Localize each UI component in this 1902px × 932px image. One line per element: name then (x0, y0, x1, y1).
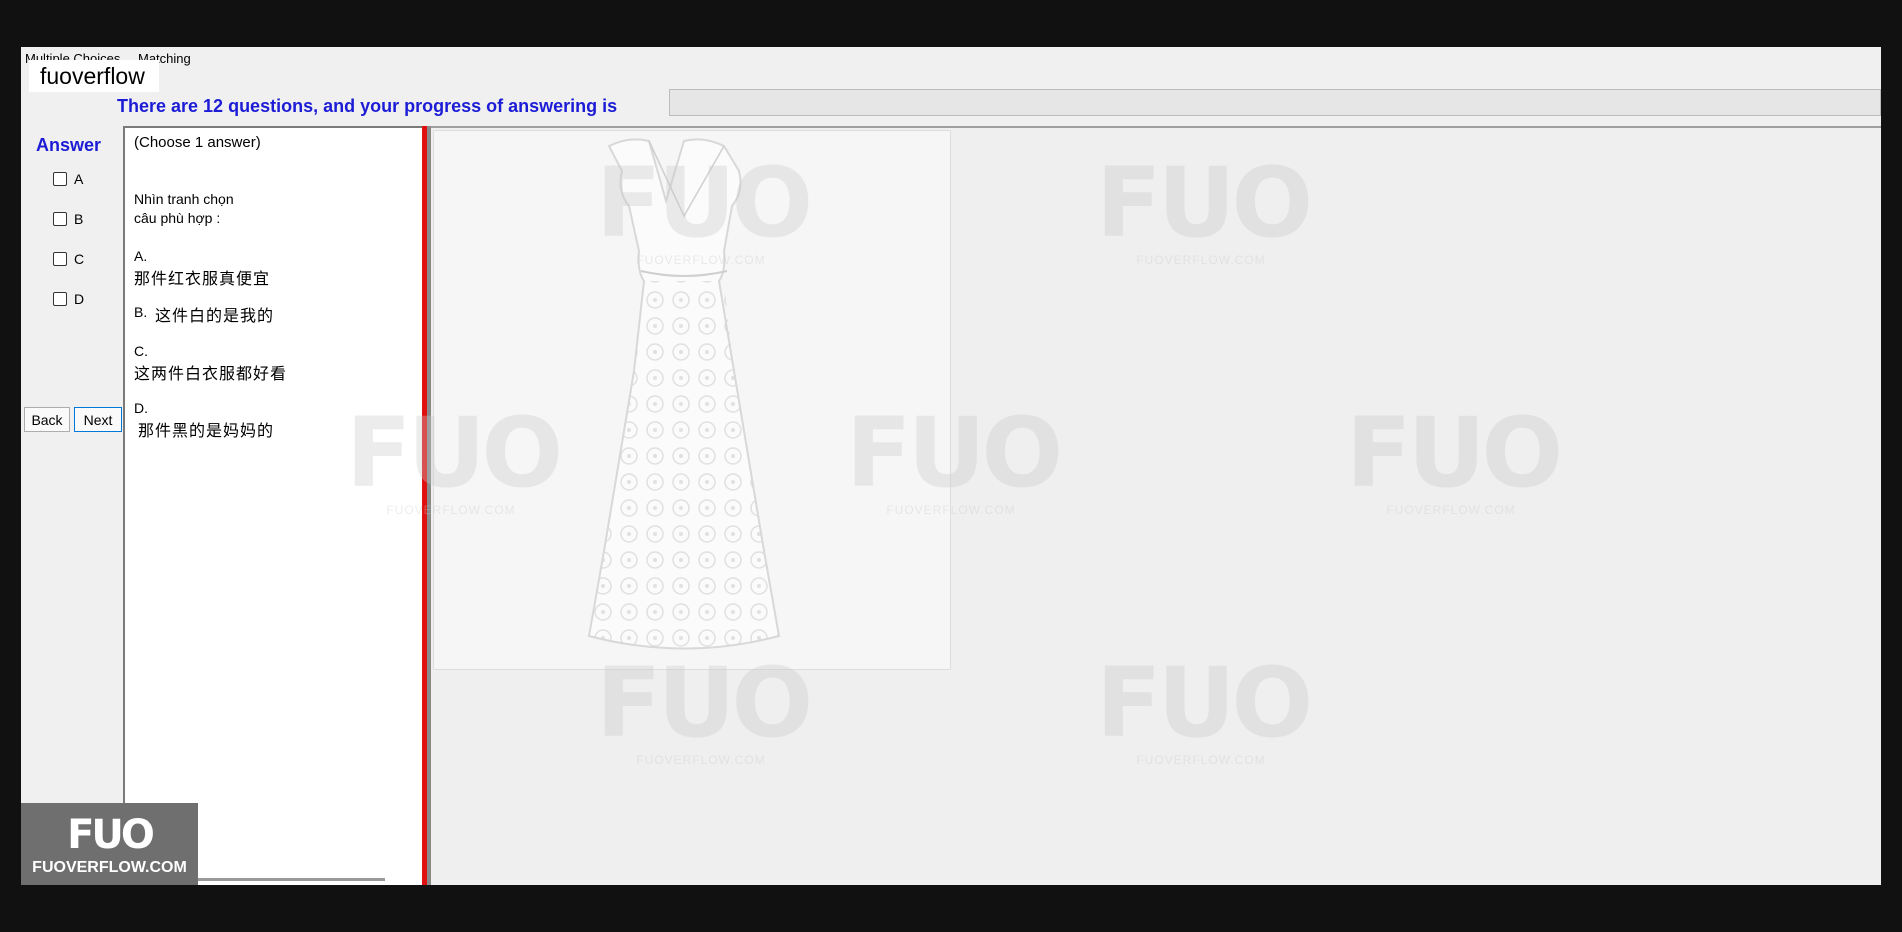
tab-strip: Multiple Choices Matching (21, 47, 1881, 69)
watermark-3: FUO FUOVERFLOW.COM (346, 397, 563, 517)
choice-d-letter: D. (134, 400, 148, 416)
watermark-mark: FUO (846, 397, 1063, 509)
quiz-window: Multiple Choices Matching fuoverflow The… (21, 47, 1881, 885)
watermark-5: FUO FUOVERFLOW.COM (1346, 397, 1563, 517)
option-b-label: B (74, 211, 84, 227)
watermark-4: FUO FUOVERFLOW.COM (846, 397, 1063, 517)
checkbox-c[interactable] (53, 252, 67, 266)
checkbox-a[interactable] (53, 172, 67, 186)
question-prompt-line1: Nhìn tranh chọn (134, 191, 234, 207)
progress-label: There are 12 questions, and your progres… (117, 96, 618, 116)
question-instruction: (Choose 1 answer) (134, 134, 261, 151)
watermark-mark: FUO (346, 397, 563, 509)
logo-url: FUOVERFLOW.COM (32, 859, 187, 876)
watermark-1: FUO FUOVERFLOW.COM (1096, 147, 1313, 267)
checkbox-d[interactable] (53, 292, 67, 306)
choice-b-letter: B. (134, 304, 148, 320)
watermark-mark: FUO (1346, 397, 1563, 509)
watermark-mark: FUO (1096, 147, 1313, 259)
image-panel: FUO FUOVERFLOW.COM FUO FUOVERFLOW.COM FUO F… (346, 126, 1881, 885)
choice-b-text: 这件白的是我的 (155, 306, 275, 325)
option-a-label: A (74, 171, 84, 187)
next-button[interactable]: Next (74, 407, 122, 432)
option-b[interactable]: B (53, 211, 83, 227)
choice-c-text: 这两件白衣服都好看 (134, 364, 288, 383)
choice-a-letter: A. (134, 248, 148, 264)
watermark-mark: FUO (596, 147, 813, 259)
choice-a-text: 那件红衣服真便宜 (134, 269, 271, 288)
logo-mark: FUO (67, 812, 155, 858)
answer-title: Answer (36, 135, 102, 155)
fuoverflow-logo: FUO FUOVERFLOW.COM (21, 803, 198, 885)
watermark-6: FUO FUOVERFLOW.COM (596, 647, 813, 767)
question-prompt-line2: câu phù hợp : (134, 210, 221, 226)
option-c-label: C (74, 251, 85, 267)
watermark-mark: FUO (596, 647, 813, 759)
option-c[interactable]: C (53, 251, 84, 267)
choice-c-letter: C. (134, 343, 148, 359)
watermark-mark: FUO (1096, 647, 1313, 759)
checkbox-b[interactable] (53, 212, 67, 226)
site-badge: fuoverflow (29, 60, 159, 92)
option-a[interactable]: A (53, 171, 83, 187)
progress-bar (669, 89, 1881, 116)
option-d[interactable]: D (53, 291, 84, 307)
option-d-label: D (74, 291, 85, 307)
choice-d-text: 那件黑的是妈妈的 (138, 421, 275, 440)
watermark-2: FUO FUOVERFLOW.COM (596, 147, 813, 267)
back-button[interactable]: Back (24, 407, 70, 432)
watermark-7: FUO FUOVERFLOW.COM (1096, 647, 1313, 767)
